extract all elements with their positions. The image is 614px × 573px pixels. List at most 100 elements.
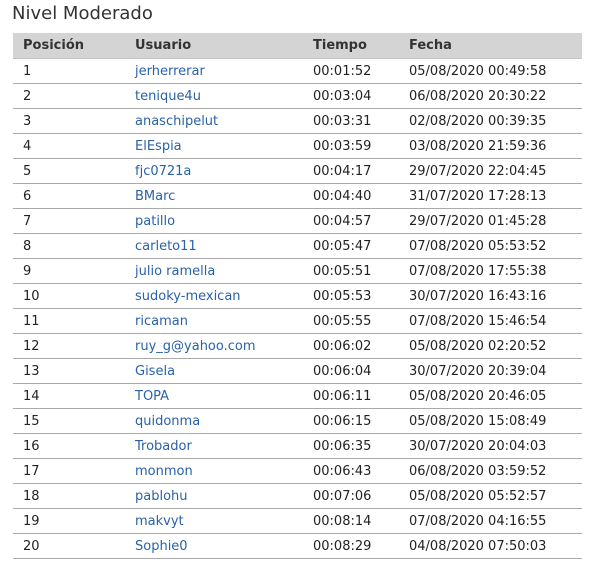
column-header-date: Fecha	[409, 33, 582, 59]
user-link[interactable]: quidonma	[135, 414, 200, 429]
user-link[interactable]: ElEspia	[135, 139, 182, 154]
cell-position: 8	[13, 233, 135, 259]
cell-user: Sophie0	[135, 533, 313, 559]
cell-user: tenique4u	[135, 83, 313, 109]
table-row: 13 Gisela 00:06:04 30/07/2020 20:39:04	[13, 358, 582, 384]
cell-position: 6	[13, 183, 135, 209]
column-header-position: Posición	[13, 33, 135, 59]
cell-time: 00:08:14	[313, 508, 409, 534]
cell-date: 30/07/2020 16:43:16	[409, 283, 582, 309]
page-title: Nivel Moderado	[12, 3, 153, 24]
user-link[interactable]: tenique4u	[135, 89, 201, 104]
cell-user: Gisela	[135, 358, 313, 384]
cell-date: 04/08/2020 07:50:03	[409, 533, 582, 559]
column-header-time: Tiempo	[313, 33, 409, 59]
cell-user: fjc0721a	[135, 158, 313, 184]
user-link[interactable]: Gisela	[135, 364, 175, 379]
table-row: 14 TOPA 00:06:11 05/08/2020 20:46:05	[13, 383, 582, 409]
cell-date: 29/07/2020 01:45:28	[409, 208, 582, 234]
cell-time: 00:06:15	[313, 408, 409, 434]
cell-time: 00:07:06	[313, 483, 409, 509]
cell-time: 00:03:04	[313, 83, 409, 109]
cell-date: 30/07/2020 20:04:03	[409, 433, 582, 459]
user-link[interactable]: BMarc	[135, 189, 175, 204]
cell-time: 00:06:04	[313, 358, 409, 384]
cell-date: 05/08/2020 20:46:05	[409, 383, 582, 409]
cell-position: 1	[13, 58, 135, 84]
table-body: 1 jerherrerar 00:01:52 05/08/2020 00:49:58 2…	[13, 58, 582, 559]
cell-date: 02/08/2020 00:39:35	[409, 108, 582, 134]
user-link[interactable]: monmon	[135, 464, 193, 479]
user-link[interactable]: TOPA	[135, 389, 169, 404]
user-link[interactable]: makvyt	[135, 514, 184, 529]
cell-user: jerherrerar	[135, 58, 313, 84]
cell-position: 12	[13, 333, 135, 359]
column-header-user: Usuario	[135, 33, 313, 59]
user-link[interactable]: fjc0721a	[135, 164, 191, 179]
cell-position: 19	[13, 508, 135, 534]
cell-user: ruy_g@yahoo.com	[135, 333, 313, 359]
user-link[interactable]: ruy_g@yahoo.com	[135, 339, 256, 354]
cell-date: 30/07/2020 20:39:04	[409, 358, 582, 384]
user-link[interactable]: sudoky-mexican	[135, 289, 241, 304]
user-link[interactable]: jerherrerar	[135, 64, 205, 79]
cell-position: 4	[13, 133, 135, 159]
cell-user: patillo	[135, 208, 313, 234]
cell-date: 06/08/2020 20:30:22	[409, 83, 582, 109]
user-link[interactable]: patillo	[135, 214, 175, 229]
cell-user: pablohu	[135, 483, 313, 509]
leaderboard-page: Nivel Moderado Posición Usuario Tiempo F…	[0, 0, 614, 573]
cell-position: 7	[13, 208, 135, 234]
cell-date: 05/08/2020 02:20:52	[409, 333, 582, 359]
cell-date: 07/08/2020 04:16:55	[409, 508, 582, 534]
cell-position: 17	[13, 458, 135, 484]
cell-date: 07/08/2020 05:53:52	[409, 233, 582, 259]
cell-time: 00:04:57	[313, 208, 409, 234]
cell-position: 10	[13, 283, 135, 309]
cell-time: 00:08:29	[313, 533, 409, 559]
cell-date: 06/08/2020 03:59:52	[409, 458, 582, 484]
cell-user: sudoky-mexican	[135, 283, 313, 309]
cell-user: carleto11	[135, 233, 313, 259]
cell-time: 00:05:47	[313, 233, 409, 259]
table-row: 10 sudoky-mexican 00:05:53 30/07/2020 16:43…	[13, 283, 582, 309]
cell-position: 9	[13, 258, 135, 284]
cell-position: 2	[13, 83, 135, 109]
cell-time: 00:03:31	[313, 108, 409, 134]
table-row: 19 makvyt 00:08:14 07/08/2020 04:16:55	[13, 508, 582, 534]
cell-date: 05/08/2020 00:49:58	[409, 58, 582, 84]
user-link[interactable]: pablohu	[135, 489, 188, 504]
cell-user: makvyt	[135, 508, 313, 534]
cell-time: 00:04:17	[313, 158, 409, 184]
table-row: 3 anaschipelut 00:03:31 02/08/2020 00:39:35	[13, 108, 582, 134]
cell-position: 18	[13, 483, 135, 509]
cell-position: 16	[13, 433, 135, 459]
cell-date: 03/08/2020 21:59:36	[409, 133, 582, 159]
cell-time: 00:06:35	[313, 433, 409, 459]
user-link[interactable]: anaschipelut	[135, 114, 218, 129]
user-link[interactable]: carleto11	[135, 239, 197, 254]
cell-user: julio ramella	[135, 258, 313, 284]
table-row: 5 fjc0721a 00:04:17 29/07/2020 22:04:45	[13, 158, 582, 184]
cell-date: 07/08/2020 15:46:54	[409, 308, 582, 334]
user-link[interactable]: julio ramella	[135, 264, 215, 279]
cell-date: 31/07/2020 17:28:13	[409, 183, 582, 209]
cell-time: 00:06:02	[313, 333, 409, 359]
cell-user: ElEspia	[135, 133, 313, 159]
leaderboard-table: Posición Usuario Tiempo Fecha 1 jerherrer…	[13, 33, 582, 559]
table-row: 15 quidonma 00:06:15 05/08/2020 15:08:49	[13, 408, 582, 434]
user-link[interactable]: Trobador	[135, 439, 192, 454]
cell-time: 00:05:53	[313, 283, 409, 309]
cell-time: 00:06:11	[313, 383, 409, 409]
cell-position: 20	[13, 533, 135, 559]
cell-date: 07/08/2020 17:55:38	[409, 258, 582, 284]
user-link[interactable]: Sophie0	[135, 539, 188, 554]
table-row: 11 ricaman 00:05:55 07/08/2020 15:46:54	[13, 308, 582, 334]
table-row: 17 monmon 00:06:43 06/08/2020 03:59:52	[13, 458, 582, 484]
user-link[interactable]: ricaman	[135, 314, 188, 329]
cell-position: 13	[13, 358, 135, 384]
table-row: 8 carleto11 00:05:47 07/08/2020 05:53:52	[13, 233, 582, 259]
table-header-row: Posición Usuario Tiempo Fecha	[13, 33, 582, 59]
cell-user: ricaman	[135, 308, 313, 334]
cell-user: monmon	[135, 458, 313, 484]
